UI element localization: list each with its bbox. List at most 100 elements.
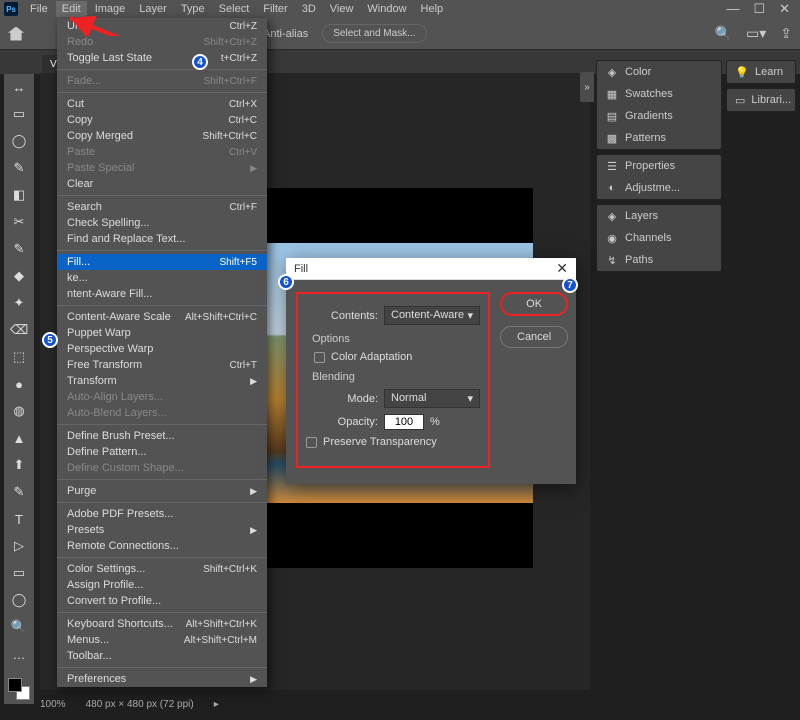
tool-13[interactable]: ▲ [10, 429, 28, 447]
menu-item-copy-merged[interactable]: Copy MergedShift+Ctrl+C [57, 128, 267, 144]
menu-item-adobe-pdf-presets-[interactable]: Adobe PDF Presets... [57, 506, 267, 522]
menu-item-define-brush-preset-[interactable]: Define Brush Preset... [57, 428, 267, 444]
dialog-titlebar[interactable]: Fill ✕ [286, 258, 576, 280]
menu-3d[interactable]: 3D [296, 1, 322, 17]
home-icon[interactable] [8, 27, 24, 41]
panel-adjustme[interactable]: ◐Adjustme... [597, 177, 721, 199]
menu-edit[interactable]: Edit [56, 1, 87, 17]
contents-label: Contents: [306, 310, 378, 322]
mode-select[interactable]: Normal▾ [384, 389, 480, 408]
menu-file[interactable]: File [24, 1, 54, 17]
tool-11[interactable]: ● [10, 375, 28, 393]
menu-item-find-and-replace-text-[interactable]: Find and Replace Text... [57, 231, 267, 247]
tool-16[interactable]: T [10, 510, 28, 528]
menu-item-auto-blend-layers-: Auto-Blend Layers... [57, 405, 267, 421]
menu-select[interactable]: Select [213, 1, 256, 17]
menu-item-purge[interactable]: Purge▶ [57, 483, 267, 499]
menu-item-cut[interactable]: CutCtrl+X [57, 96, 267, 112]
menu-help[interactable]: Help [415, 1, 450, 17]
select-and-mask-button[interactable]: Select and Mask... [322, 24, 426, 43]
tool-5[interactable]: ✂ [10, 213, 28, 231]
tool-18[interactable]: ▭ [10, 564, 28, 582]
menu-window[interactable]: Window [361, 1, 412, 17]
menu-item-ke-[interactable]: ke... [57, 270, 267, 286]
color-swatch-icon[interactable] [8, 678, 30, 700]
tool-3[interactable]: ✎ [10, 159, 28, 177]
tool-10[interactable]: ⬚ [10, 348, 28, 366]
menu-item-toolbar-[interactable]: Toolbar... [57, 648, 267, 664]
menu-item-perspective-warp[interactable]: Perspective Warp [57, 341, 267, 357]
tool-19[interactable]: ◯ [10, 591, 28, 609]
tool-17[interactable]: ▷ [10, 537, 28, 555]
tool-21[interactable]: … [10, 645, 28, 663]
menu-item-toggle-last-state[interactable]: Toggle Last Statet+Ctrl+Z [57, 50, 267, 66]
menu-filter[interactable]: Filter [257, 1, 293, 17]
panel-paths[interactable]: ↯Paths [597, 249, 721, 271]
menu-item-undo[interactable]: UndoCtrl+Z [57, 18, 267, 34]
close-icon[interactable]: ✕ [556, 260, 568, 277]
menu-layer[interactable]: Layer [133, 1, 173, 17]
panel-properties[interactable]: ☰Properties [597, 155, 721, 177]
menu-view[interactable]: View [324, 1, 360, 17]
share-icon[interactable]: ⇪ [780, 25, 792, 42]
dock-toggle-icon[interactable]: » [580, 72, 594, 102]
title-bar: Ps FileEditImageLayerTypeSelectFilter3DV… [0, 0, 800, 18]
tool-6[interactable]: ✎ [10, 240, 28, 258]
menu-item-puppet-warp[interactable]: Puppet Warp [57, 325, 267, 341]
menu-item-fill-[interactable]: Fill...Shift+F5 [57, 254, 267, 270]
tool-9[interactable]: ⌫ [10, 321, 28, 339]
opacity-input[interactable]: 100 [384, 414, 424, 430]
minimize-icon[interactable]: — [726, 1, 739, 17]
menu-item-search[interactable]: SearchCtrl+F [57, 199, 267, 215]
menu-type[interactable]: Type [175, 1, 211, 17]
panel-patterns[interactable]: ▩Patterns [597, 127, 721, 149]
tool-2[interactable]: ◯ [10, 132, 28, 150]
menu-item-check-spelling-[interactable]: Check Spelling... [57, 215, 267, 231]
menu-item-preferences[interactable]: Preferences▶ [57, 671, 267, 687]
menu-item-ntent-aware-fill-[interactable]: ntent-Aware Fill... [57, 286, 267, 302]
menu-item-content-aware-scale[interactable]: Content-Aware ScaleAlt+Shift+Ctrl+C [57, 309, 267, 325]
tool-12[interactable]: ◍ [10, 402, 28, 420]
menu-item-define-pattern-[interactable]: Define Pattern... [57, 444, 267, 460]
cancel-button[interactable]: Cancel [500, 326, 568, 348]
panel-libraries[interactable]: ▭Librari... [727, 89, 795, 111]
preserve-transparency-checkbox[interactable] [306, 437, 317, 448]
tool-14[interactable]: ⬆ [10, 456, 28, 474]
search-icon[interactable]: 🔍 [715, 25, 732, 42]
tool-4[interactable]: ◧ [10, 186, 28, 204]
panel-swatches[interactable]: ▦Swatches [597, 83, 721, 105]
tool-20[interactable]: 🔍 [10, 618, 28, 636]
menu-item-copy[interactable]: CopyCtrl+C [57, 112, 267, 128]
menu-item-keyboard-shortcuts-[interactable]: Keyboard Shortcuts...Alt+Shift+Ctrl+K [57, 616, 267, 632]
zoom-level[interactable]: 100% [40, 699, 66, 710]
tool-0[interactable]: ↔ [10, 78, 28, 96]
panel-learn[interactable]: 💡Learn [727, 61, 795, 83]
tool-8[interactable]: ✦ [10, 294, 28, 312]
menu-image[interactable]: Image [89, 1, 132, 17]
workspace-icon[interactable]: ▭▾ [746, 25, 766, 42]
panel-layers[interactable]: ◈Layers [597, 205, 721, 227]
tool-1[interactable]: ▭ [10, 105, 28, 123]
menu-item-free-transform[interactable]: Free TransformCtrl+T [57, 357, 267, 373]
annotation-badge-5: 5 [42, 332, 58, 348]
menu-item-presets[interactable]: Presets▶ [57, 522, 267, 538]
close-icon[interactable]: ✕ [779, 1, 790, 17]
tool-15[interactable]: ✎ [10, 483, 28, 501]
menu-item-menus-[interactable]: Menus...Alt+Shift+Ctrl+M [57, 632, 267, 648]
panel-color[interactable]: ◈Color [597, 61, 721, 83]
chevron-right-icon[interactable]: ▸ [214, 699, 219, 710]
maximize-icon[interactable]: ☐ [753, 1, 765, 17]
annotation-badge-4: 4 [192, 54, 208, 70]
menu-item-remote-connections-[interactable]: Remote Connections... [57, 538, 267, 554]
menu-item-convert-to-profile-[interactable]: Convert to Profile... [57, 593, 267, 609]
color-adaptation-checkbox[interactable] [314, 352, 325, 363]
panel-gradients[interactable]: ▤Gradients [597, 105, 721, 127]
panel-channels[interactable]: ◉Channels [597, 227, 721, 249]
tool-7[interactable]: ◆ [10, 267, 28, 285]
menu-item-clear[interactable]: Clear [57, 176, 267, 192]
ok-button[interactable]: OK [500, 292, 568, 316]
menu-item-color-settings-[interactable]: Color Settings...Shift+Ctrl+K [57, 561, 267, 577]
contents-select[interactable]: Content-Aware▾ [384, 306, 480, 325]
menu-item-transform[interactable]: Transform▶ [57, 373, 267, 389]
menu-item-assign-profile-[interactable]: Assign Profile... [57, 577, 267, 593]
